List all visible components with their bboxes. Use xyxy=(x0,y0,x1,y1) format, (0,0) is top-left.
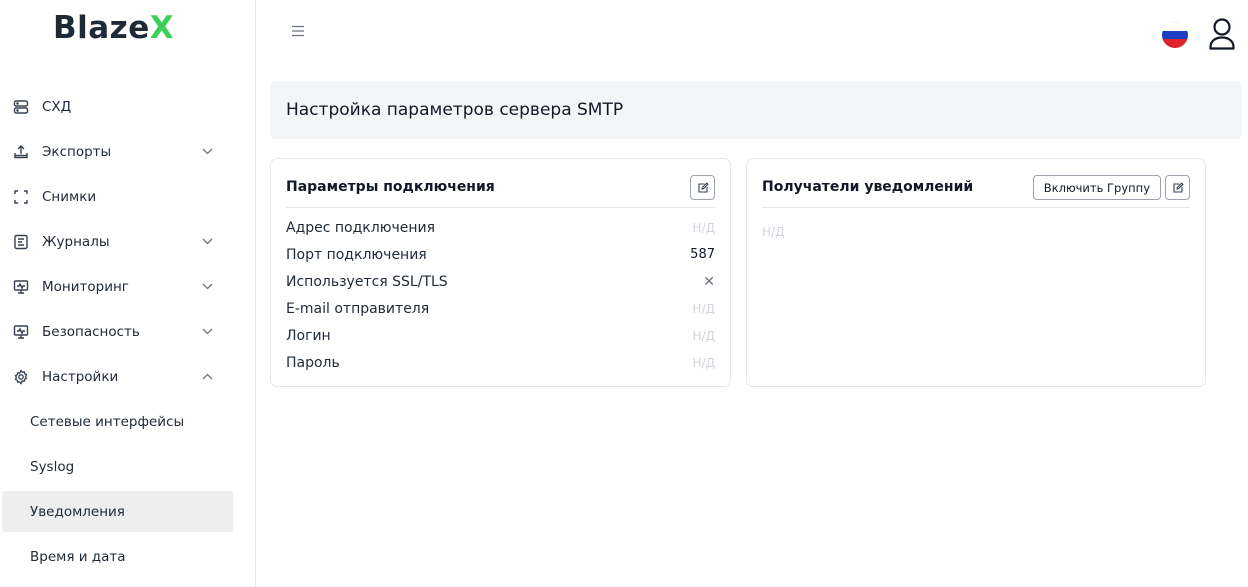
chevron-down-icon xyxy=(200,280,214,294)
gear-icon xyxy=(12,368,30,386)
sidebar-item-label: Экспорты xyxy=(42,143,112,160)
sidebar-item-label: Журналы xyxy=(42,233,110,250)
sidebar-item-security[interactable]: Безопасность xyxy=(0,309,256,354)
monitor-icon xyxy=(12,278,30,296)
param-row: Адрес подключения Н/Д xyxy=(286,214,715,241)
param-row: Пароль Н/Д xyxy=(286,349,715,376)
logo-accent: X xyxy=(149,10,175,46)
page-title: Настройка параметров сервера SMTP xyxy=(286,100,624,120)
sidebar-subitem-notifications[interactable]: Уведомления xyxy=(2,491,233,532)
card-title: Параметры подключения xyxy=(286,179,495,195)
chevron-down-icon xyxy=(200,145,214,159)
sidebar-subitem-network-interfaces[interactable]: Сетевые интерфейсы xyxy=(0,399,256,444)
edit-icon xyxy=(1172,181,1184,194)
param-key: Используется SSL/TLS xyxy=(286,273,448,290)
param-value: 587 xyxy=(690,247,715,262)
param-key: E-mail отправителя xyxy=(286,300,430,317)
sidebar-item-label: Настройки xyxy=(42,368,119,385)
sidebar-nav: СХД Экспорты Снимки Журналы Мониторинг Б… xyxy=(0,84,256,579)
empty-value: Н/Д xyxy=(762,225,785,239)
sidebar-subitem-time-date[interactable]: Время и дата xyxy=(0,534,256,579)
logo-text: Blaze xyxy=(53,10,150,46)
sidebar-subitem-syslog[interactable]: Syslog xyxy=(0,444,256,489)
sidebar-item-journals[interactable]: Журналы xyxy=(0,219,256,264)
menu-icon[interactable] xyxy=(291,22,305,37)
journal-icon xyxy=(12,233,30,251)
chevron-down-icon xyxy=(200,325,214,339)
enable-group-button[interactable]: Включить Группу xyxy=(1032,175,1161,200)
chevron-down-icon xyxy=(200,235,214,249)
logo[interactable]: BlazeX xyxy=(53,10,174,46)
storage-icon xyxy=(12,98,30,116)
sidebar-item-exports[interactable]: Экспорты xyxy=(0,129,256,174)
param-row: Порт подключения 587 xyxy=(286,241,715,268)
edit-recipients-button[interactable] xyxy=(1165,175,1190,200)
param-row: Используется SSL/TLS ✕ xyxy=(286,268,715,295)
param-key: Адрес подключения xyxy=(286,219,436,236)
param-value: Н/Д xyxy=(692,301,715,316)
divider xyxy=(286,207,715,208)
page-header: Настройка параметров сервера SMTP xyxy=(270,81,1242,139)
card-title: Получатели уведомлений xyxy=(762,179,974,195)
sidebar-item-label: Безопасность xyxy=(42,323,140,340)
param-key: Пароль xyxy=(286,354,340,371)
param-value: Н/Д xyxy=(692,355,715,370)
sidebar-item-storage[interactable]: СХД xyxy=(0,84,256,129)
security-icon xyxy=(12,323,30,341)
edit-connection-button[interactable] xyxy=(690,175,715,200)
sidebar-item-snapshots[interactable]: Снимки xyxy=(0,174,256,219)
export-icon xyxy=(12,143,30,161)
param-row: E-mail отправителя Н/Д xyxy=(286,295,715,322)
sidebar: BlazeX СХД Экспорты Снимки Журналы Монит… xyxy=(0,0,256,587)
snapshot-icon xyxy=(12,188,30,206)
param-value: Н/Д xyxy=(692,328,715,343)
edit-icon xyxy=(697,181,709,194)
chevron-up-icon xyxy=(200,370,214,384)
close-icon: ✕ xyxy=(703,273,715,290)
param-key: Логин xyxy=(286,327,331,344)
connection-params-card: Параметры подключения Адрес подключения … xyxy=(270,158,731,387)
sidebar-item-label: Снимки xyxy=(42,188,97,205)
param-value: Н/Д xyxy=(692,220,715,235)
sidebar-item-settings[interactable]: Настройки xyxy=(0,354,256,399)
sidebar-item-label: СХД xyxy=(42,98,72,115)
param-row: Логин Н/Д xyxy=(286,322,715,349)
user-icon[interactable] xyxy=(1206,17,1238,51)
divider xyxy=(762,207,1190,208)
param-key: Порт подключения xyxy=(286,246,427,263)
ru-flag-icon[interactable] xyxy=(1162,22,1188,48)
recipients-card: Получатели уведомлений Включить Группу Н… xyxy=(746,158,1206,387)
sidebar-item-label: Мониторинг xyxy=(42,278,129,295)
sidebar-item-monitoring[interactable]: Мониторинг xyxy=(0,264,256,309)
